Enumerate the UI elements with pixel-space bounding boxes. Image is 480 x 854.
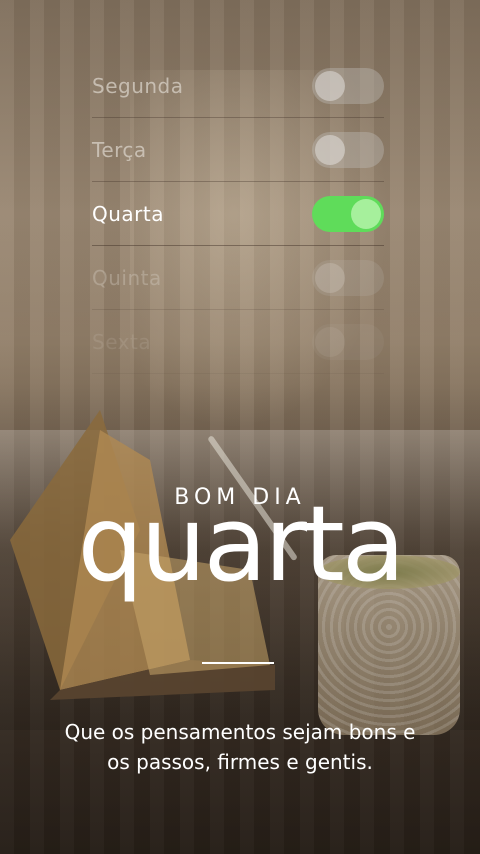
day-label: Segunda xyxy=(92,73,184,98)
toggle-knob xyxy=(315,262,345,293)
day-label: Terça xyxy=(92,137,147,162)
weekday-toggle-list: Segunda Terça Quarta Quinta Sexta xyxy=(92,54,384,374)
day-label: Quinta xyxy=(92,265,162,290)
day-row[interactable]: Quinta xyxy=(92,246,384,310)
day-toggle[interactable] xyxy=(312,131,384,168)
day-row[interactable]: Sexta xyxy=(92,310,384,374)
day-toggle[interactable] xyxy=(312,323,384,360)
day-label: Sexta xyxy=(92,329,152,354)
day-toggle[interactable] xyxy=(312,67,384,104)
day-row[interactable]: Quarta xyxy=(92,182,384,246)
toggle-knob xyxy=(315,326,345,357)
quote-text: Que os pensamentos sejam bons e os passo… xyxy=(64,720,416,774)
day-row[interactable]: Terça xyxy=(92,118,384,182)
toggle-knob xyxy=(315,70,345,101)
day-toggle[interactable] xyxy=(312,195,384,232)
toggle-knob xyxy=(351,198,381,229)
day-label: Quarta xyxy=(92,201,164,226)
divider xyxy=(202,662,274,664)
greeting-day: quarta xyxy=(77,483,406,605)
toggle-knob xyxy=(315,134,345,165)
day-row[interactable]: Segunda xyxy=(92,54,384,118)
day-toggle[interactable] xyxy=(312,259,384,296)
